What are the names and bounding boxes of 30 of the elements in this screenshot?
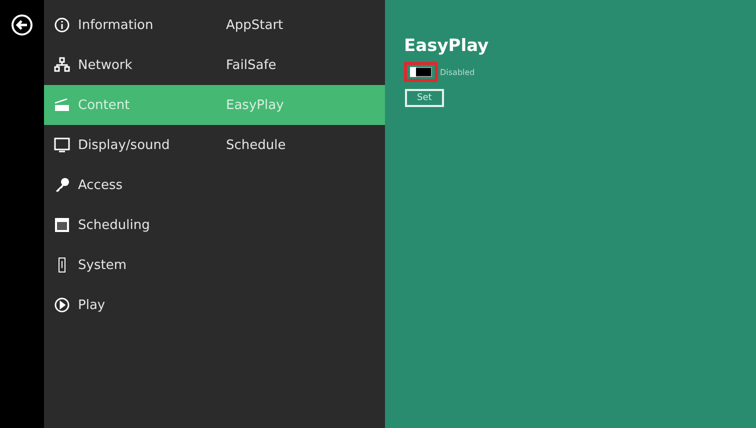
menu-row[interactable]: Play <box>44 285 385 325</box>
key-icon <box>54 177 70 193</box>
menu-row[interactable]: Display/sound Schedule <box>44 125 385 165</box>
submenu-item: Schedule <box>226 138 286 152</box>
menu-item: System <box>78 258 126 272</box>
menu-row[interactable]: System <box>44 245 385 285</box>
menu-row[interactable]: Scheduling <box>44 205 385 245</box>
menu-item: Play <box>78 298 106 312</box>
info-icon <box>54 17 70 33</box>
menu-item: Scheduling <box>78 218 150 232</box>
network-icon <box>54 57 70 73</box>
submenu-item: EasyPlay <box>226 98 284 112</box>
submenu-item: FailSafe <box>226 58 276 72</box>
panel-title: EasyPlay <box>404 36 489 56</box>
submenu-item: AppStart <box>226 18 284 32</box>
menu-item: Display/sound <box>78 138 170 152</box>
menu-row[interactable]: Network FailSafe <box>44 45 385 85</box>
calendar-icon <box>54 217 70 233</box>
menu-item: Information <box>78 18 154 32</box>
toggle-switch[interactable] <box>410 67 432 77</box>
play-icon <box>54 297 70 313</box>
menu-item: Network <box>78 58 132 72</box>
menu-row[interactable]: Access <box>44 165 385 205</box>
menu-item: Access <box>78 178 123 192</box>
toggle-label: Disabled <box>440 68 475 76</box>
menu-item: Content <box>78 98 130 112</box>
clapper-icon <box>54 97 70 113</box>
monitor-icon <box>54 137 70 153</box>
menu-row[interactable]: Information AppStart <box>44 5 385 45</box>
back-button[interactable] <box>11 14 33 36</box>
